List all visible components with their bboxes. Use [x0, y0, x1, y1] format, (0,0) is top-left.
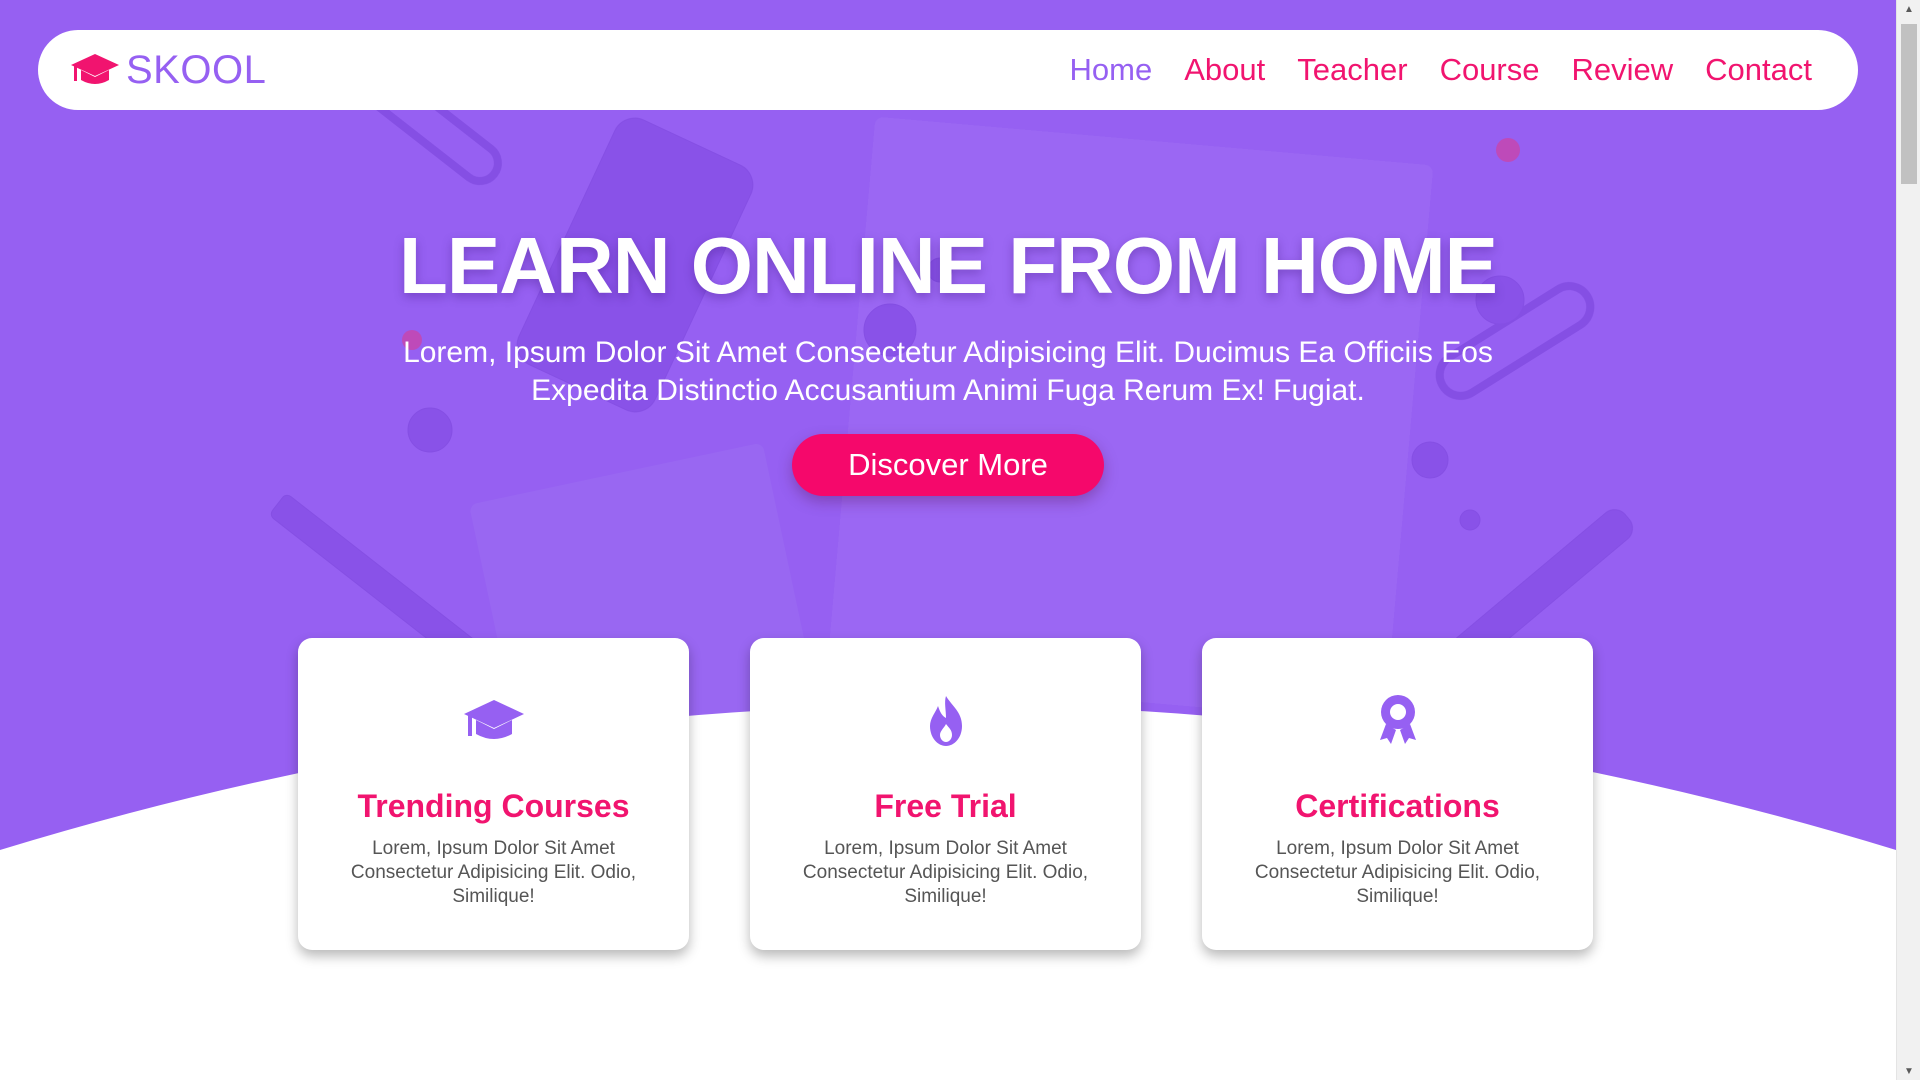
- award-icon: [1379, 695, 1416, 744]
- feature-card-certifications: Certifications Lorem, Ipsum Dolor Sit Am…: [1202, 638, 1593, 950]
- card-title: Certifications: [1295, 788, 1500, 824]
- nav-link-home[interactable]: Home: [1070, 52, 1153, 88]
- fire-icon: [929, 696, 962, 746]
- feature-card-free-trial: Free Trial Lorem, Ipsum Dolor Sit Amet C…: [750, 638, 1141, 950]
- vertical-scrollbar[interactable]: ▲ ▼: [1896, 0, 1920, 1080]
- hero-content: LEARN ONLINE FROM HOME Lorem, Ipsum Dolo…: [0, 220, 1896, 496]
- graduation-cap-icon: [463, 700, 524, 739]
- brand-logo[interactable]: SKOOL: [70, 48, 266, 93]
- feature-card-trending-courses: Trending Courses Lorem, Ipsum Dolor Sit …: [298, 638, 689, 950]
- nav-link-contact[interactable]: Contact: [1705, 52, 1812, 88]
- card-text: Lorem, Ipsum Dolor Sit Amet Consectetur …: [1254, 838, 1541, 907]
- nav-link-teacher[interactable]: Teacher: [1297, 52, 1407, 88]
- scroll-down-icon[interactable]: ▼: [1897, 1062, 1920, 1080]
- scrollbar-thumb[interactable]: [1901, 24, 1917, 184]
- card-title: Free Trial: [874, 788, 1017, 824]
- navbar: SKOOL Home About Teacher Course Review C…: [38, 30, 1858, 110]
- hero-title: LEARN ONLINE FROM HOME: [399, 221, 1498, 310]
- nav-link-course[interactable]: Course: [1440, 52, 1540, 88]
- hero-subtitle: Lorem, Ipsum Dolor Sit Amet Consectetur …: [403, 336, 1493, 407]
- card-text: Lorem, Ipsum Dolor Sit Amet Consectetur …: [350, 838, 637, 907]
- scroll-up-icon[interactable]: ▲: [1897, 0, 1920, 18]
- graduation-cap-icon: [71, 54, 119, 84]
- card-text: Lorem, Ipsum Dolor Sit Amet Consectetur …: [802, 838, 1089, 907]
- discover-more-button[interactable]: Discover More: [792, 434, 1104, 496]
- nav-link-review[interactable]: Review: [1572, 52, 1674, 88]
- brand-name: SKOOL: [126, 47, 267, 92]
- nav-link-about[interactable]: About: [1184, 52, 1265, 88]
- feature-cards: Trending Courses Lorem, Ipsum Dolor Sit …: [298, 638, 1593, 950]
- nav-links: Home About Teacher Course Review Contact: [1070, 52, 1812, 88]
- card-title: Trending Courses: [357, 788, 630, 824]
